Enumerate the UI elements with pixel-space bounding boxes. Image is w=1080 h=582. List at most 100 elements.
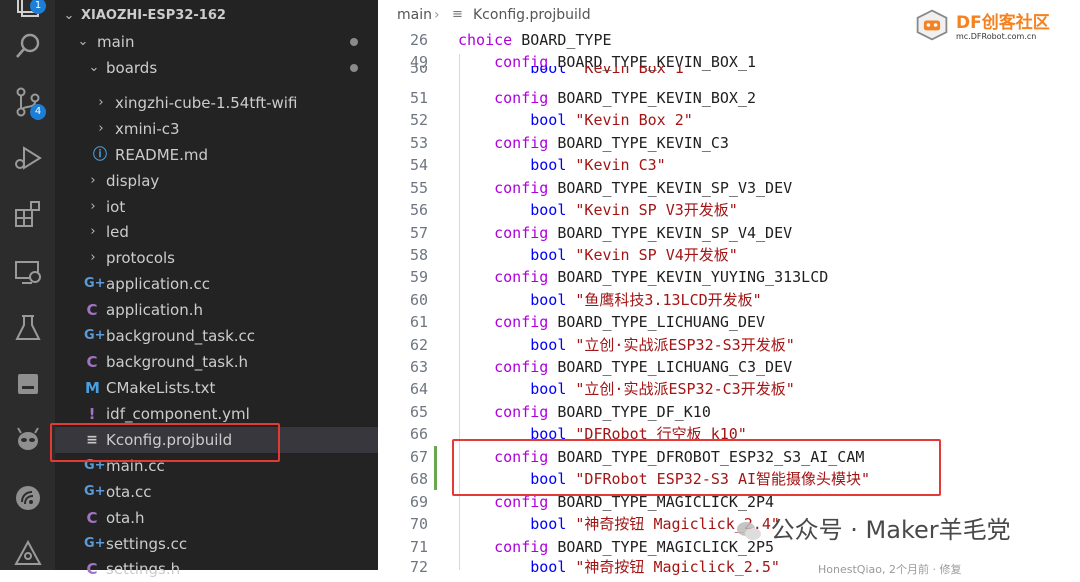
- tree-item-label: settings.h: [106, 560, 181, 578]
- tree-item-application-h[interactable]: C application.h: [55, 297, 378, 323]
- line-number: 71: [409, 538, 428, 556]
- tree-item-ota-cc[interactable]: G+ ota.cc: [55, 479, 378, 505]
- code-line[interactable]: 52 bool "Kevin Box 2": [378, 109, 1080, 131]
- line-number: 26: [409, 31, 428, 49]
- tree-item-application-cc[interactable]: G+ application.cc: [55, 271, 378, 297]
- search-icon[interactable]: [12, 30, 44, 62]
- code-line[interactable]: 62 bool "立创·实战派ESP32-S3开发板": [378, 334, 1080, 356]
- code-text: bool "鱼鹰科技3.13LCD开发板": [530, 291, 762, 309]
- tree-item-led[interactable]: › led: [55, 219, 378, 245]
- code-line[interactable]: 57 config BOARD_TYPE_KEVIN_SP_V4_DEV: [378, 222, 1080, 244]
- breadcrumb-folder[interactable]: main: [397, 0, 432, 30]
- code-line[interactable]: 53 config BOARD_TYPE_KEVIN_C3: [378, 132, 1080, 154]
- chevron-down-icon: ⌄: [88, 60, 100, 75]
- modified-dot: [350, 38, 358, 46]
- explorer-icon[interactable]: 1: [12, 0, 46, 18]
- code-line[interactable]: 59 config BOARD_TYPE_KEVIN_YUYING_313LCD: [378, 266, 1080, 288]
- tree-item-label: README.md: [115, 146, 209, 164]
- tree-item-xmini-c3[interactable]: › xmini-c3: [55, 116, 378, 142]
- robot-icon: [916, 9, 948, 41]
- code-line[interactable]: 64 bool "立创·实战派ESP32-C3开发板": [378, 378, 1080, 400]
- tree-item-main[interactable]: ⌄ main: [55, 29, 378, 55]
- code-text: config BOARD_TYPE_DF_K10: [494, 403, 711, 421]
- chevron-right-icon: ›: [90, 250, 96, 265]
- chevron-right-icon: ›: [98, 95, 104, 110]
- c-header-icon: C: [86, 509, 98, 527]
- code-line[interactable]: 60 bool "鱼鹰科技3.13LCD开发板": [378, 289, 1080, 311]
- modified-dot: [350, 64, 358, 72]
- line-number: 58: [409, 246, 428, 264]
- code-text: config BOARD_TYPE_LICHUANG_DEV: [494, 313, 766, 331]
- tree-item-boards[interactable]: ⌄ boards: [55, 55, 378, 81]
- tree-item-label: led: [106, 223, 129, 241]
- breadcrumb-separator: ›: [434, 7, 440, 23]
- explorer-root-title: XIAOZHI-ESP32-162: [81, 8, 226, 23]
- code-line[interactable]: 54 bool "Kevin C3": [378, 154, 1080, 176]
- line-number: 63: [409, 358, 428, 376]
- code-line[interactable]: 50 bool "Kevin Box 1": [378, 66, 1080, 78]
- tree-item-settings-h[interactable]: C settings.h: [55, 556, 378, 582]
- tree-item-ota-h[interactable]: C ota.h: [55, 505, 378, 531]
- line-number: 57: [409, 224, 428, 242]
- code-text: bool "立创·实战派ESP32-S3开发板": [530, 336, 795, 354]
- tree-item-label: ota.h: [106, 509, 145, 527]
- line-number: 51: [409, 89, 428, 107]
- testing-icon[interactable]: [12, 312, 44, 344]
- extensions-icon[interactable]: [12, 198, 44, 230]
- tree-item-readme[interactable]: ⓘ README.md: [55, 142, 378, 168]
- code-text: bool "Kevin Box 1": [530, 66, 693, 77]
- line-number: 62: [409, 336, 428, 354]
- tree-item-xingzhi-cube[interactable]: › xingzhi-cube-1.54tft-wifi: [55, 90, 378, 116]
- code-line[interactable]: 65 config BOARD_TYPE_DF_K10: [378, 401, 1080, 423]
- code-text: bool "Kevin Box 2": [530, 111, 693, 129]
- platform-icon[interactable]: [12, 538, 44, 570]
- cpp-file-icon: G+: [84, 328, 106, 343]
- chevron-right-icon: ›: [90, 199, 96, 214]
- storage-icon[interactable]: [12, 368, 44, 400]
- logo-brand: DF创客社区: [956, 13, 1050, 33]
- code-line[interactable]: 51 config BOARD_TYPE_KEVIN_BOX_2: [378, 87, 1080, 109]
- source-control-icon[interactable]: 4: [12, 86, 46, 120]
- code-text: bool "神奇按钮 Magiclick_2.4": [530, 515, 780, 533]
- remote-explorer-icon[interactable]: [12, 256, 44, 288]
- code-line[interactable]: 56 bool "Kevin SP V3开发板": [378, 199, 1080, 221]
- line-number: 60: [409, 291, 428, 309]
- line-number: 70: [409, 515, 428, 533]
- alien-icon[interactable]: [12, 424, 44, 456]
- code-text: bool "Kevin C3": [530, 156, 666, 174]
- run-debug-icon[interactable]: [12, 142, 44, 174]
- tree-item-display[interactable]: › display: [55, 168, 378, 194]
- code-line[interactable]: 63 config BOARD_TYPE_LICHUANG_C3_DEV: [378, 356, 1080, 378]
- code-line[interactable]: 58 bool "Kevin SP V4开发板": [378, 244, 1080, 266]
- line-number: 66: [409, 425, 428, 443]
- c-header-icon: C: [86, 353, 98, 371]
- tree-item-label: background_task.h: [106, 353, 249, 371]
- tree-item-protocols[interactable]: › protocols: [55, 245, 378, 271]
- dfrobot-logo: DF创客社区 mc.DFRobot.com.cn: [914, 6, 1064, 46]
- explorer-root-header[interactable]: ⌄ XIAOZHI-ESP32-162: [55, 3, 378, 29]
- tree-item-background-task-cc[interactable]: G+ background_task.cc: [55, 323, 378, 349]
- kconfig-highlight-box: [50, 423, 280, 462]
- tree-item-label: xingzhi-cube-1.54tft-wifi: [115, 94, 298, 112]
- cpp-file-icon: G+: [84, 484, 106, 499]
- scm-badge: 4: [30, 104, 46, 120]
- code-line[interactable]: 61 config BOARD_TYPE_LICHUANG_DEV: [378, 311, 1080, 333]
- code-text: choice BOARD_TYPE: [458, 31, 612, 49]
- code-line[interactable]: 55 config BOARD_TYPE_KEVIN_SP_V3_DEV: [378, 177, 1080, 199]
- tree-item-iot[interactable]: › iot: [55, 194, 378, 220]
- chevron-right-icon: ›: [98, 121, 104, 136]
- breadcrumb-file[interactable]: Kconfig.projbuild: [473, 0, 591, 30]
- code-text: config BOARD_TYPE_LICHUANG_C3_DEV: [494, 358, 793, 376]
- line-number: 56: [409, 201, 428, 219]
- tree-item-label: boards: [106, 59, 158, 77]
- tree-item-settings-cc[interactable]: G+ settings.cc: [55, 531, 378, 557]
- cpp-file-icon: G+: [84, 276, 106, 291]
- tree-item-background-task-h[interactable]: C background_task.h: [55, 349, 378, 375]
- tree-item-cmakelists[interactable]: M CMakeLists.txt: [55, 375, 378, 401]
- espressif-icon[interactable]: [12, 482, 44, 514]
- tree-item-label: main: [97, 33, 135, 51]
- c-header-icon: C: [86, 560, 98, 578]
- code-line[interactable]: 72 bool "神奇按钮 Magiclick_2.5": [378, 556, 1080, 578]
- ai-cam-highlight-box: [452, 439, 941, 496]
- line-number: 50: [409, 66, 428, 77]
